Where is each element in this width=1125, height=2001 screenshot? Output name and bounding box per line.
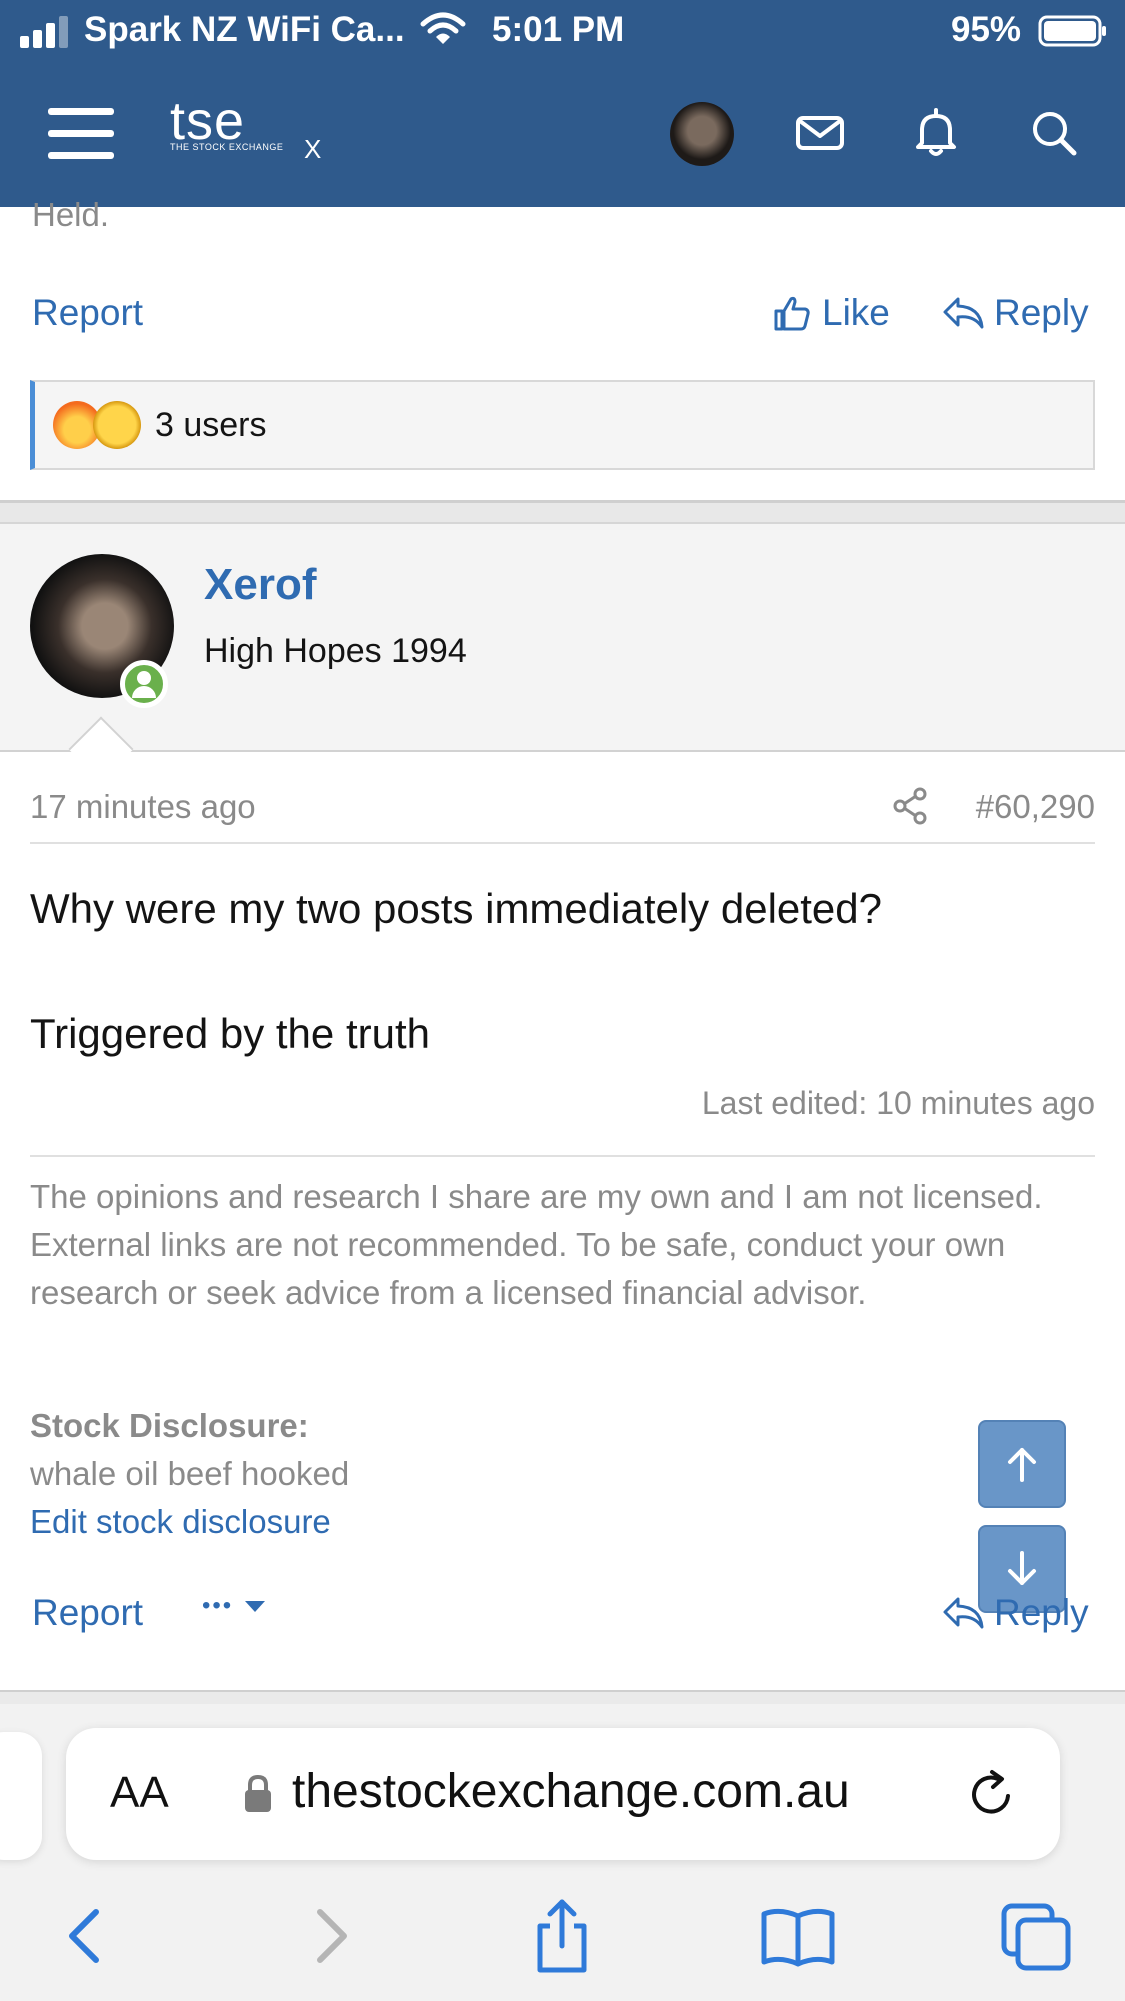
caret-down-icon (245, 1601, 266, 1612)
reaction-count: 3 users (155, 405, 267, 444)
reply-button[interactable]: Reply (942, 1592, 1089, 1634)
more-actions-menu[interactable]: ••• (202, 1592, 267, 1620)
post-meta: 17 minutes ago #60,290 (30, 786, 1095, 844)
arrow-down-icon (1008, 1551, 1036, 1585)
post-body-line: Triggered by the truth (30, 1010, 430, 1057)
site-header: Spark NZ WiFi Ca... 5:01 PM 95% tse THE … (0, 0, 1125, 207)
reply-icon (943, 1597, 984, 1629)
reply-icon (943, 297, 984, 329)
menu-icon[interactable] (48, 108, 114, 160)
reader-text-size-button[interactable]: AA (110, 1768, 169, 1818)
arrow-up-icon (1008, 1448, 1036, 1482)
site-logo[interactable]: tse THE STOCK EXCHANGE X (170, 94, 330, 166)
username-link[interactable]: Xerof (204, 560, 316, 610)
edit-stock-disclosure-link[interactable]: Edit stock disclosure (30, 1503, 331, 1541)
like-button[interactable]: Like (772, 292, 890, 334)
forward-icon[interactable] (290, 1896, 370, 1976)
tabs-icon[interactable] (996, 1896, 1076, 1976)
lock-icon (245, 1774, 271, 1812)
reload-icon[interactable] (964, 1766, 1020, 1822)
post-timestamp[interactable]: 17 minutes ago (30, 788, 256, 826)
search-icon[interactable] (1026, 105, 1082, 161)
last-edited: Last edited: 10 minutes ago (701, 1085, 1095, 1121)
account-avatar[interactable] (670, 102, 734, 166)
post-separator (0, 500, 1125, 524)
battery-percent: 95% (951, 10, 1022, 49)
previous-post-text: Held. (32, 196, 110, 233)
reactions-bar[interactable]: 3 users (30, 380, 1095, 470)
user-title: High Hopes 1994 (204, 632, 467, 670)
address-bar[interactable]: AA thestockexchange.com.au (66, 1728, 1060, 1860)
share-icon[interactable] (890, 786, 930, 826)
post-separator (0, 1690, 1125, 1704)
stock-disclosure-value: whale oil beef hooked (30, 1455, 350, 1492)
laughing-emoji-icon (93, 401, 141, 449)
online-status-icon (120, 660, 168, 708)
browser-toolbar: AA thestockexchange.com.au (0, 1704, 1125, 2001)
signal-icon (20, 16, 68, 48)
wifi-icon (420, 12, 466, 44)
bookmarks-icon[interactable] (758, 1896, 838, 1976)
post-actions: Report ••• Reply (32, 1592, 1092, 1652)
previous-tab-preview[interactable] (0, 1732, 42, 1860)
status-bar: Spark NZ WiFi Ca... 5:01 PM 95% (0, 0, 1125, 64)
previous-post-actions: Report Like Reply (32, 284, 1092, 344)
post-body-line: Why were my two posts immediately delete… (30, 885, 882, 932)
stock-disclosure-label: Stock Disclosure: (30, 1407, 309, 1444)
clock: 5:01 PM (492, 10, 625, 49)
post-number-link[interactable]: #60,290 (976, 788, 1095, 826)
bell-icon[interactable] (908, 105, 964, 161)
back-icon[interactable] (46, 1896, 126, 1976)
thumbs-up-icon (774, 296, 810, 331)
carrier-name: Spark NZ WiFi Ca... (84, 10, 405, 49)
scroll-up-button[interactable] (978, 1420, 1066, 1508)
report-link[interactable]: Report (32, 292, 143, 334)
report-link[interactable]: Report (32, 1592, 143, 1634)
battery-icon (1038, 15, 1106, 47)
mail-icon[interactable] (792, 105, 848, 161)
share-icon[interactable] (522, 1896, 602, 1976)
post-author-header: Xerof High Hopes 1994 (0, 524, 1125, 752)
reply-button[interactable]: Reply (942, 292, 1089, 334)
signature: The opinions and research I share are my… (30, 1155, 1095, 1317)
url-text[interactable]: thestockexchange.com.au (292, 1764, 850, 1819)
